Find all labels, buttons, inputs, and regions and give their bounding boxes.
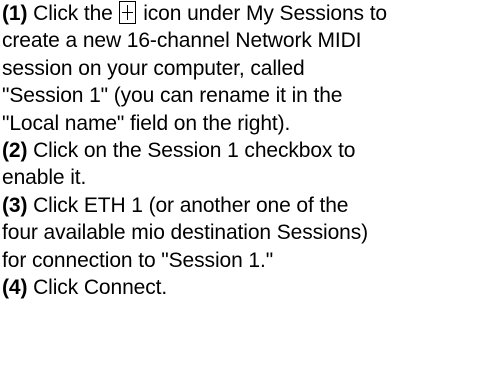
step-3-line-1: (3) Click ETH 1 (or another one of the xyxy=(2,192,472,219)
step-text: enable it. xyxy=(2,166,87,190)
step-text: "Session 1" (you can rename it in the xyxy=(2,84,343,108)
step-text: for connection to "Session 1." xyxy=(2,248,274,272)
step-number: (3) xyxy=(2,193,28,217)
step-text: four available mio destination Sessions) xyxy=(2,221,369,245)
step-text: icon under My Sessions to xyxy=(137,2,388,25)
step-number: (1) xyxy=(2,2,28,25)
step-text: "Local name" field on the right). xyxy=(2,111,291,135)
step-4-line-1: (4) Click Connect. xyxy=(2,274,472,301)
step-text: Click ETH 1 (or another one of the xyxy=(27,193,349,217)
step-text: session on your computer, called xyxy=(2,56,305,80)
instructions-document: (1) Click the icon under My Sessions to … xyxy=(2,0,472,301)
step-text: Click Connect. xyxy=(27,276,168,300)
step-number: (4) xyxy=(2,276,28,300)
step-4: (4) Click Connect. xyxy=(2,274,472,301)
step-2: (2) Click on the Session 1 checkbox to e… xyxy=(2,137,472,192)
step-text: Click the xyxy=(33,2,119,25)
step-text: create a new 16-channel Network MIDI xyxy=(2,29,362,53)
step-2-line-1: (2) Click on the Session 1 checkbox to xyxy=(2,137,472,164)
step-text: Click on the Session 1 checkbox to xyxy=(27,139,356,163)
plus-icon xyxy=(119,1,137,24)
step-3: (3) Click ETH 1 (or another one of the f… xyxy=(2,192,472,274)
step-number: (2) xyxy=(2,139,28,163)
step-1: (1) Click the icon under My Sessions to … xyxy=(2,0,472,137)
step-1-line-1: (1) Click the icon under My Sessions to xyxy=(2,0,472,27)
